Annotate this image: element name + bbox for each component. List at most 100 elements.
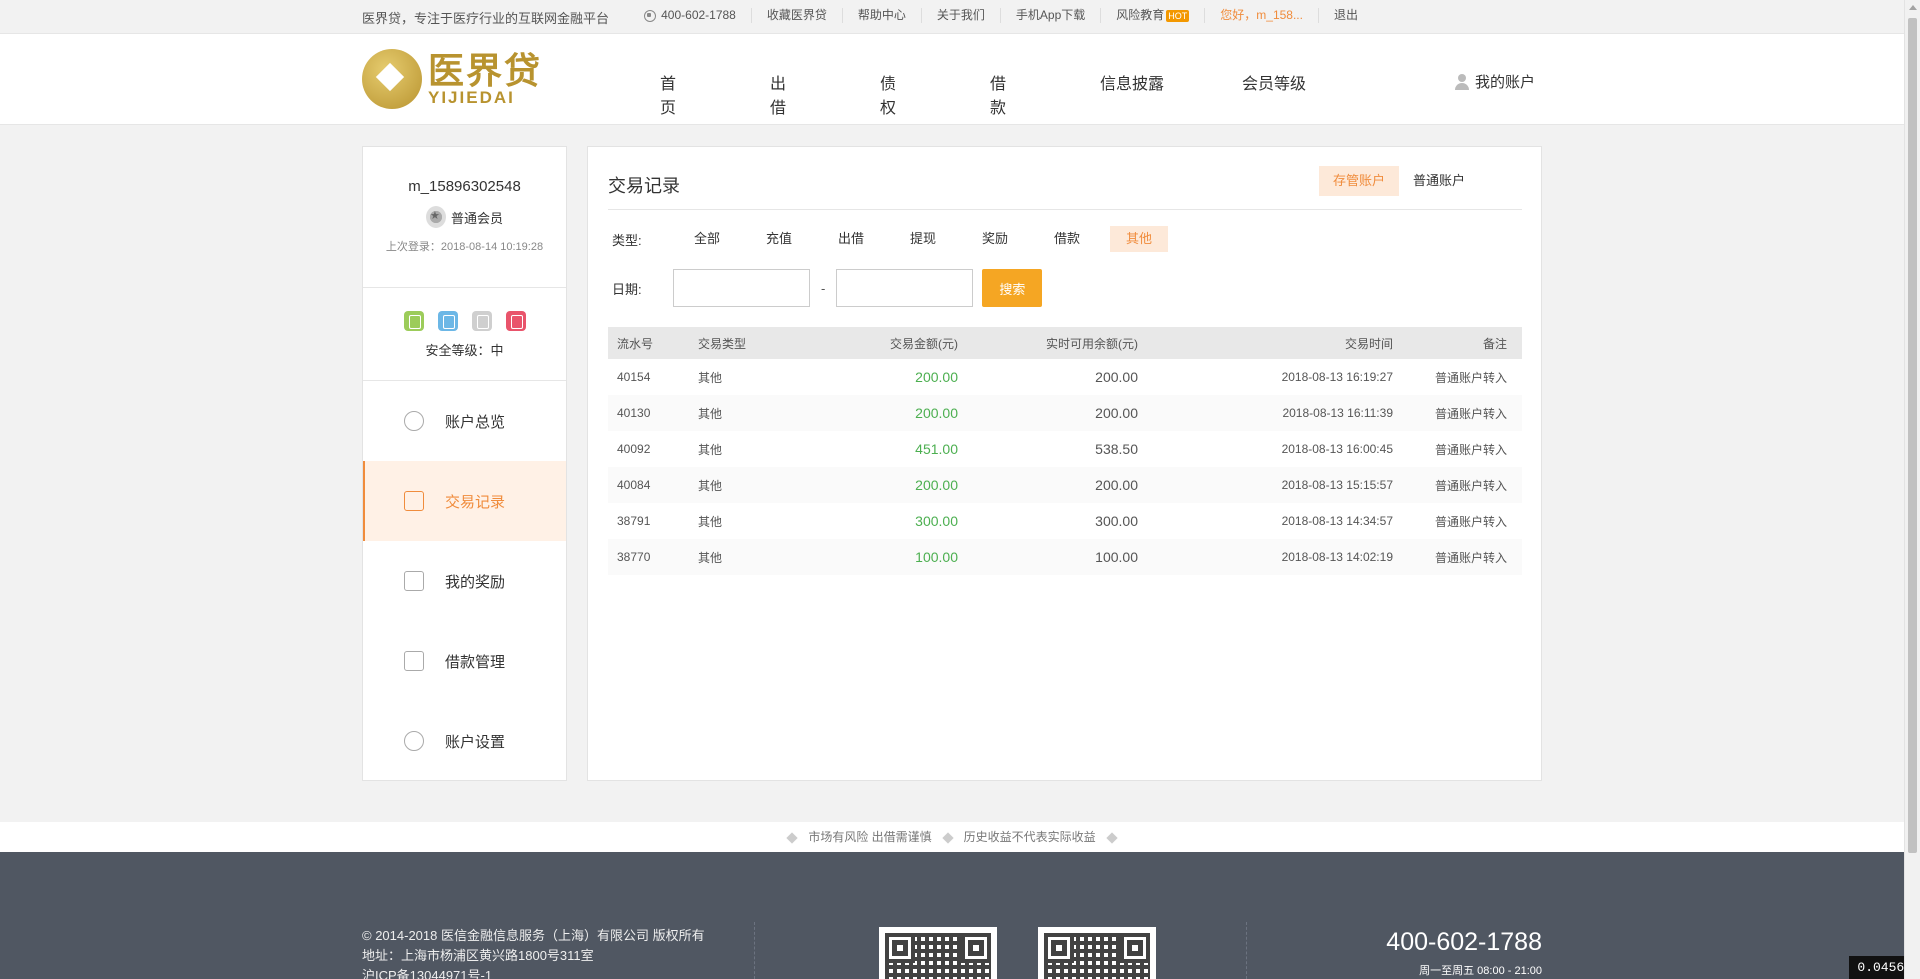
diamond-icon [786,832,798,844]
start-date-input[interactable] [673,269,810,307]
scroll-up-arrow-icon[interactable] [1909,5,1917,10]
help-link[interactable]: 帮助中心 [843,8,922,23]
site-slogan: 医界贷，专注于医疗行业的互联网金融平台 [362,11,610,26]
cell-balance: 538.50 [1095,441,1138,457]
medal-icon [425,206,446,228]
cell-serial: 38791 [617,514,651,528]
cell-serial: 40084 [608,467,698,503]
risk-notice: 市场有风险 出借需谨慎 历史收益不代表实际收益 [0,822,1904,852]
col-amount: 交易金额(元) [808,327,958,359]
cell-serial: 40092 [617,442,651,456]
cell-balance: 200.00 [958,395,1138,431]
sidebar-item-overview[interactable]: 账户总览 [363,381,566,461]
cell-serial: 40130 [608,395,698,431]
type-filter: 类型: 全部 充值 出借 提现 奖励 借款 其他 [612,226,1182,252]
cell-amount: 451.00 [915,441,958,457]
nav-borrow[interactable]: 借款 [990,70,1006,118]
favorite-link[interactable]: 收藏医界贷 [752,8,843,23]
cell-serial: 38770 [608,539,698,575]
sidebar-item-transactions[interactable]: 交易记录 [363,461,566,541]
account-sidebar: m_15896302548 普通会员 上次登录：2018-08-14 10:19… [362,146,567,781]
transaction-record-icon [404,491,424,511]
user-greeting-link[interactable]: 您好，m_158... [1205,8,1319,23]
sidebar-item-label: 交易记录 [445,493,506,511]
cell-balance: 200.00 [958,467,1138,503]
cell-balance: 200.00 [1095,369,1138,385]
search-button[interactable]: 搜索 [982,269,1043,307]
my-account-link[interactable]: 我的账户 [1455,71,1535,92]
page-scrollbar[interactable] [1904,0,1920,979]
phone-verified-icon[interactable] [403,311,424,331]
tab-custody-account[interactable]: 存管账户 [1319,166,1400,196]
type-label: 类型: [612,232,642,248]
logo-text-en: YIJIEDAI [428,88,515,107]
member-level-label: 普通会员 [450,210,503,226]
type-lend[interactable]: 出借 [822,226,880,252]
cell-amount: 300.00 [915,513,958,529]
top-links: 400-602-1788 收藏医界贷 帮助中心 关于我们 手机App下载 风险教… [629,8,1358,23]
cell-type: 其他 [698,539,808,575]
gift-icon [404,571,424,591]
cell-type: 其他 [698,442,723,457]
main-header: 医界贷 YIJIEDAI 首页 出借 债权 借款 信息披露 会员等级 我的账户 [0,34,1904,125]
copyright: © 2014-2018 医信金融信息服务（上海）有限公司 版权所有 [362,928,705,943]
app-download-link[interactable]: 手机App下载 [1001,8,1102,23]
username: m_15896302548 [408,178,521,195]
footer-divider [1246,922,1247,979]
nav-membership[interactable]: 会员等级 [1242,70,1306,94]
cell-time: 2018-08-13 14:02:19 [1138,539,1393,575]
sidebar-item-settings[interactable]: 账户设置 [363,701,566,781]
nav-disclosure[interactable]: 信息披露 [1100,70,1164,94]
divider [608,209,1522,210]
user-overview-icon [404,411,424,431]
person-icon [1455,73,1469,90]
cell-amount: 200.00 [808,395,958,431]
scrollbar-thumb[interactable] [1908,18,1917,853]
sidebar-item-rewards[interactable]: 我的奖励 [363,541,566,621]
cell-type: 其他 [698,395,808,431]
col-type: 交易类型 [698,327,808,359]
type-recharge[interactable]: 充值 [750,226,808,252]
sidebar-item-loans[interactable]: 借款管理 [363,621,566,701]
cell-remark: 普通账户转入 [1434,370,1507,385]
type-all[interactable]: 全部 [678,226,736,252]
cell-type: 其他 [698,514,723,529]
type-withdraw[interactable]: 提现 [894,226,952,252]
cell-time: 2018-08-13 16:00:45 [1281,442,1393,456]
hotline: 400-602-1788 [629,8,752,23]
icp-number[interactable]: 沪ICP备13044971号-1 [362,966,705,979]
risk-education-link[interactable]: 风险教育 HOT [1101,8,1206,23]
nav-lend[interactable]: 出借 [770,70,786,118]
site-logo[interactable]: 医界贷 YIJIEDAI [362,49,542,109]
address: 地址：上海市杨浦区黄兴路1800号311室 [362,948,594,963]
cell-amount: 200.00 [915,369,958,385]
logout-link[interactable]: 退出 [1319,8,1358,23]
cell-time: 2018-08-13 16:19:27 [1281,370,1393,384]
diamond-icon [1106,832,1118,844]
nav-debt[interactable]: 债权 [880,70,896,118]
col-balance: 实时可用余额(元) [958,327,1138,359]
col-remark: 备注 [1393,327,1522,359]
nav-home[interactable]: 首页 [660,70,676,118]
gear-icon [404,731,424,751]
footer-company-info: © 2014-2018 医信金融信息服务（上海）有限公司 版权所有 地址：上海市… [362,926,705,979]
diamond-icon [941,832,954,844]
end-date-input[interactable] [836,269,974,307]
type-borrow[interactable]: 借款 [1038,226,1096,252]
table-row: 38791 其他 300.00 300.00 2018-08-13 14:34:… [608,503,1522,539]
about-link[interactable]: 关于我们 [922,8,1001,23]
loan-envelope-icon [404,651,424,671]
type-reward[interactable]: 奖励 [966,226,1024,252]
cell-time: 2018-08-13 14:34:57 [1281,514,1393,528]
risk-text-2: 历史收益不代表实际收益 [963,830,1096,844]
top-bar: 医界贷，专注于医疗行业的互联网金融平台 400-602-1788 收藏医界贷 帮… [0,0,1904,34]
footer-service-hours: 周一至周五 08:00 - 21:00 [1419,965,1542,977]
qr-code-app [879,927,997,979]
sidebar-item-label: 账户设置 [445,733,506,751]
type-other[interactable]: 其他 [1110,226,1168,252]
id-verified-icon[interactable] [437,311,458,331]
email-unverified-icon[interactable] [471,311,492,331]
tab-normal-account[interactable]: 普通账户 [1399,166,1479,196]
sidebar-item-label: 我的奖励 [445,573,506,591]
password-lock-icon[interactable] [505,311,526,331]
